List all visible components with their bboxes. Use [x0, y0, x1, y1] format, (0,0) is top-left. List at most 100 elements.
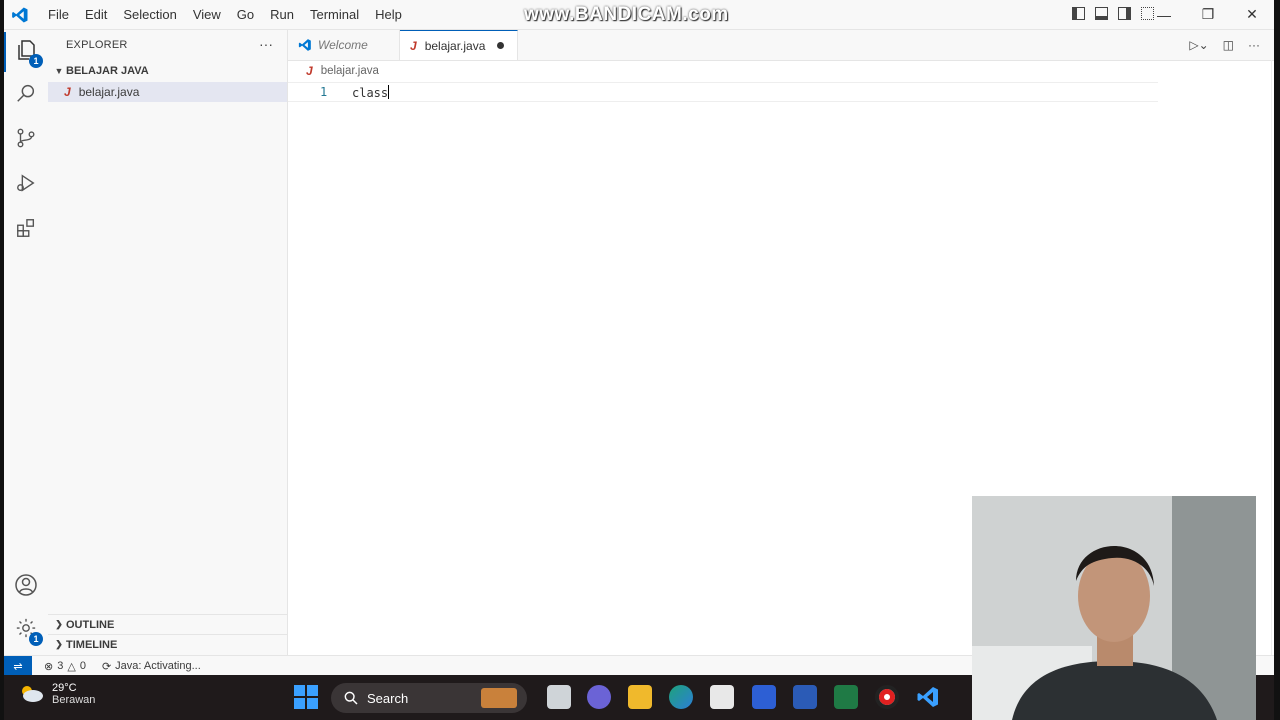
cloud-icon: [18, 683, 44, 706]
folder-label: BELAJAR JAVA: [66, 65, 149, 77]
unsaved-dot-icon[interactable]: [497, 42, 505, 49]
menu-go[interactable]: Go: [229, 0, 262, 29]
edge-browser-icon[interactable]: [669, 685, 693, 709]
restore-button[interactable]: ❐: [1186, 0, 1230, 29]
tab-belajar-java-label: belajar.java: [424, 38, 486, 53]
minimize-button[interactable]: —: [1142, 0, 1186, 29]
search-button[interactable]: [4, 75, 48, 115]
temperature: 29°C: [52, 682, 77, 694]
error-count: 3: [57, 660, 64, 672]
menu-bar: File Edit Selection View Go Run Terminal…: [40, 0, 410, 29]
task-view-icon[interactable]: [547, 685, 571, 709]
explorer-sidebar: EXPLORER ··· ▼ BELAJAR JAVA J belajar.ja…: [48, 30, 288, 655]
sync-icon: ⟳: [101, 660, 112, 673]
chevron-right-icon: ❯: [55, 639, 63, 649]
start-button[interactable]: [294, 685, 318, 709]
manage-badge: 1: [29, 632, 43, 646]
breadcrumb[interactable]: J belajar.java: [306, 64, 379, 78]
java-file-icon: J: [306, 64, 313, 78]
menu-view[interactable]: View: [185, 0, 229, 29]
outline-section[interactable]: ❯ OUTLINE: [48, 614, 287, 634]
toggle-sidebar-icon[interactable]: [1072, 7, 1085, 20]
manage-button[interactable]: 1: [4, 610, 48, 650]
more-actions-icon[interactable]: ···: [259, 36, 273, 52]
search-label: Search: [367, 690, 409, 706]
workspace-folder[interactable]: ▼ BELAJAR JAVA: [48, 60, 287, 82]
search-icon: [343, 690, 359, 706]
split-editor-icon[interactable]: ◫: [1223, 38, 1234, 52]
chevron-down-icon: ▼: [54, 66, 64, 76]
toggle-secondary-sidebar-icon[interactable]: [1118, 7, 1131, 20]
file-label: belajar.java: [78, 85, 140, 99]
menu-edit[interactable]: Edit: [77, 0, 115, 29]
error-icon: ⊗: [44, 660, 54, 673]
outline-label: OUTLINE: [66, 618, 115, 631]
activity-bar: 1 1: [4, 30, 49, 655]
code-line[interactable]: 1 class: [288, 82, 1158, 102]
editor-actions: ▷⌄ ◫ ···: [1189, 38, 1260, 52]
extensions-button[interactable]: [4, 210, 48, 250]
account-icon: [14, 573, 38, 602]
menu-file[interactable]: File: [40, 0, 77, 29]
file-explorer-icon[interactable]: [628, 685, 652, 709]
vscode-taskbar-icon[interactable]: [916, 685, 940, 709]
explorer-button[interactable]: 1: [4, 32, 48, 72]
java-file-icon: J: [64, 85, 71, 99]
vscode-tab-icon: [298, 38, 312, 52]
store-icon[interactable]: [710, 685, 734, 709]
webcam-person-image: [972, 496, 1256, 720]
menu-selection[interactable]: Selection: [115, 0, 184, 29]
tab-welcome[interactable]: Welcome: [288, 30, 400, 60]
chevron-right-icon: ❯: [55, 619, 63, 629]
explorer-title: EXPLORER: [66, 39, 128, 51]
menu-run[interactable]: Run: [262, 0, 302, 29]
line-number: 1: [320, 85, 328, 99]
search-highlight-icon: [481, 688, 517, 708]
app-icon[interactable]: [752, 685, 776, 709]
timeline-label: TIMELINE: [66, 638, 118, 651]
file-item[interactable]: J belajar.java: [48, 82, 287, 102]
title-bar: File Edit Selection View Go Run Terminal…: [4, 0, 1274, 30]
taskbar-search[interactable]: Search: [331, 683, 527, 713]
accounts-button[interactable]: [4, 567, 48, 607]
webcam-overlay: [972, 496, 1256, 720]
source-control-button[interactable]: [4, 120, 48, 160]
source-control-icon: [15, 127, 37, 154]
remote-icon: ⇌: [13, 660, 23, 673]
warning-count: 0: [79, 660, 86, 672]
more-actions-icon[interactable]: ···: [1248, 38, 1260, 52]
explorer-badge: 1: [29, 54, 43, 68]
java-status[interactable]: ⟳ Java: Activating...: [102, 660, 201, 673]
bandicam-watermark: www.BANDICAM.com: [524, 4, 729, 25]
code-content: class: [352, 86, 389, 100]
timeline-section[interactable]: ❯ TIMELINE: [48, 634, 287, 654]
excel-icon[interactable]: [834, 685, 858, 709]
record-icon[interactable]: [875, 685, 899, 709]
tab-belajar-java[interactable]: J belajar.java: [400, 30, 518, 60]
search-icon: [15, 82, 37, 109]
active-indicator: [4, 32, 6, 72]
run-debug-icon: [15, 172, 37, 199]
weather-widget[interactable]: 29°C Berawan: [18, 682, 95, 706]
vscode-logo-icon: [4, 6, 36, 24]
tab-welcome-label: Welcome: [318, 38, 368, 52]
editor-tabs: Welcome J belajar.java ▷⌄ ◫ ···: [288, 30, 1274, 61]
close-button[interactable]: ✕: [1230, 0, 1274, 29]
remote-button[interactable]: ⇌: [4, 656, 32, 676]
run-icon[interactable]: ▷⌄: [1189, 38, 1208, 52]
weather-condition: Berawan: [52, 694, 96, 706]
java-file-icon: J: [410, 38, 417, 53]
code-text[interactable]: class: [352, 85, 390, 100]
extensions-icon: [15, 217, 37, 244]
word-icon[interactable]: [793, 685, 817, 709]
run-debug-button[interactable]: [4, 165, 48, 205]
warning-icon: △: [67, 660, 76, 673]
menu-help[interactable]: Help: [367, 0, 410, 29]
problems-indicator[interactable]: ⊗ 3 △ 0: [44, 660, 86, 673]
java-status-text: Java: Activating...: [115, 660, 201, 672]
toggle-panel-icon[interactable]: [1095, 7, 1108, 20]
teams-chat-icon[interactable]: [587, 685, 611, 709]
editor-scrollbar[interactable]: [1271, 60, 1275, 655]
breadcrumb-file: belajar.java: [320, 65, 379, 77]
menu-terminal[interactable]: Terminal: [302, 0, 367, 29]
